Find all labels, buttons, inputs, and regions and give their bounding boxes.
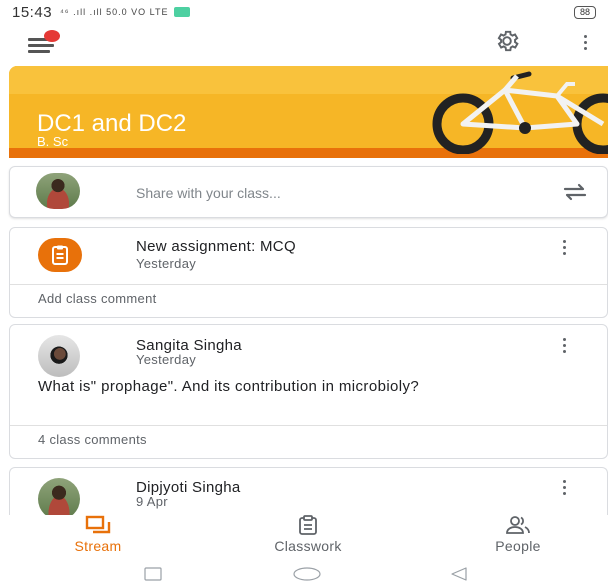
stream-icon [85, 515, 111, 534]
nav-stream[interactable]: Stream [38, 515, 158, 563]
divider [10, 284, 607, 285]
bottom-navigation: Stream Classwork People [0, 515, 608, 563]
system-navigation [0, 563, 608, 585]
post-body: What is" prophage". And its contribution… [38, 378, 420, 395]
nav-classwork[interactable]: Classwork [248, 515, 368, 563]
notification-dot [44, 30, 60, 42]
signal-icons: ⁴⁶ .ıll .ıll 50.0 VO LTE [60, 7, 169, 17]
post-title: New assignment: MCQ [136, 238, 296, 255]
classwork-icon [299, 515, 317, 535]
people-icon [506, 516, 530, 534]
post-time: Yesterday [136, 256, 197, 271]
bicycle-illustration [432, 71, 608, 154]
nav-stream-label: Stream [74, 538, 122, 554]
share-placeholder: Share with your class... [136, 185, 281, 201]
announcement-post[interactable]: Sangita Singha Yesterday What is" propha… [9, 324, 608, 459]
square-icon[interactable] [144, 567, 162, 581]
status-bar: 15:43 ⁴⁶ .ıll .ıll 50.0 VO LTE 88 [0, 0, 608, 24]
nav-people-label: People [495, 538, 541, 554]
avatar [38, 335, 80, 377]
nav-people[interactable]: People [458, 515, 578, 563]
divider [10, 425, 607, 426]
class-banner[interactable]: DC1 and DC2 B. Sc [9, 66, 608, 158]
status-time: 15:43 [12, 3, 53, 21]
avatar [36, 173, 80, 209]
more-vertical-icon[interactable] [559, 479, 569, 495]
nav-classwork-label: Classwork [274, 538, 342, 554]
assignment-icon [38, 238, 82, 272]
class-subtitle: B. Sc [37, 134, 69, 149]
more-vertical-icon[interactable] [578, 30, 592, 54]
gear-icon[interactable] [494, 28, 520, 54]
assignment-post[interactable]: New assignment: MCQ Yesterday Add class … [9, 227, 608, 318]
circle-icon[interactable] [292, 567, 322, 581]
avatar [38, 478, 80, 520]
more-vertical-icon[interactable] [559, 239, 569, 255]
repost-icon[interactable] [561, 181, 589, 203]
post-time: Yesterday [136, 352, 197, 367]
share-with-class-box[interactable]: Share with your class... [9, 166, 608, 218]
post-time: 9 Apr [136, 494, 168, 509]
more-vertical-icon[interactable] [559, 337, 569, 353]
app-bar [0, 24, 608, 60]
class-comments-link[interactable]: 4 class comments [38, 432, 147, 447]
hotspot-icon [174, 7, 191, 17]
hamburger-menu-icon[interactable] [28, 30, 62, 54]
add-class-comment-link[interactable]: Add class comment [38, 291, 157, 306]
triangle-back-icon[interactable] [450, 567, 468, 581]
battery-icon: 88 [573, 6, 596, 19]
